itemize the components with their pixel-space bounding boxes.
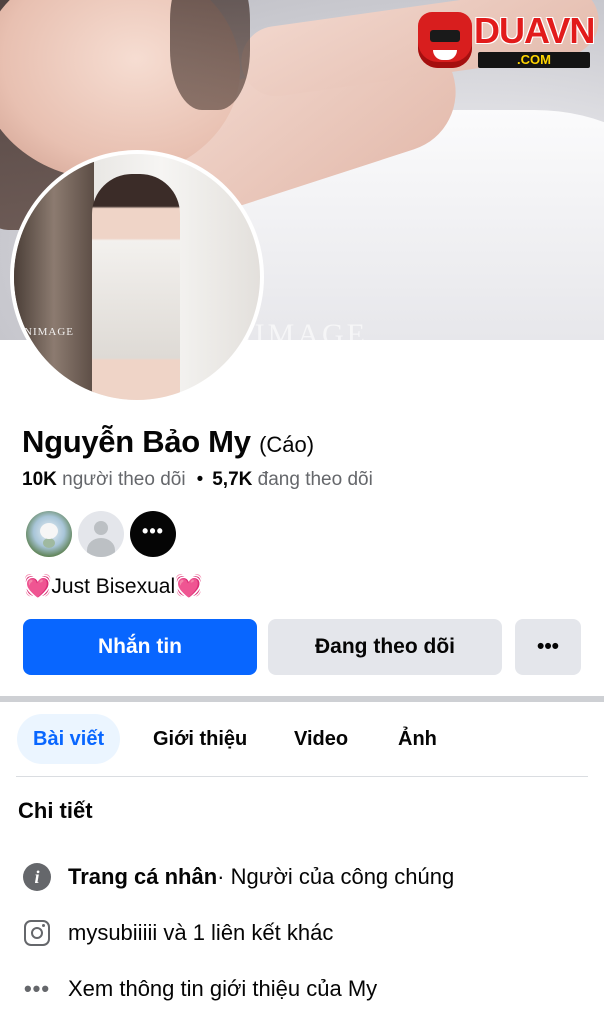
detail-profile-type-text: · Người của công chúng (217, 864, 455, 889)
section-divider (0, 696, 604, 702)
more-dots-icon: ••• (23, 976, 51, 1001)
detail-links-text: mysubiiiii và 1 liên kết khác (68, 920, 334, 945)
profile-tabs: Bài viết Giới thiệu Video Ảnh (0, 714, 604, 766)
following-button[interactable]: Đang theo dõi (268, 619, 502, 675)
stats-separator: • (196, 469, 204, 490)
profile-bio: 💓Just Bisexual💓 (24, 573, 203, 599)
tab-photos[interactable]: Ảnh (398, 714, 437, 764)
avatar-watermark: NIMAGE (24, 326, 74, 338)
mutual-friend-avatar[interactable] (26, 511, 72, 557)
mascot-icon (418, 12, 472, 68)
avatar-curtain (14, 154, 94, 400)
tab-videos[interactable]: Video (294, 714, 348, 764)
following-count: 5,7K (212, 469, 253, 490)
heart-icon: 💓 (24, 573, 52, 598)
profile-avatar[interactable]: NIMAGE (10, 150, 264, 404)
detail-see-about-text: Xem thông tin giới thiệu của My (68, 976, 378, 1001)
site-logo-text: DUAVN (474, 10, 595, 51)
tab-posts[interactable]: Bài viết (17, 714, 121, 764)
tabs-underline (16, 776, 588, 777)
profile-alternate-name: (Cáo) (259, 432, 315, 457)
profile-name-row: Nguyễn Bảo My (Cáo) (22, 424, 314, 460)
more-friends-button[interactable]: ••• (130, 511, 176, 557)
detail-links[interactable]: mysubiiiii và 1 liên kết khác (22, 918, 333, 948)
followers-label: người theo dõi (62, 469, 186, 490)
profile-name: Nguyễn Bảo My (22, 424, 251, 459)
tab-about[interactable]: Giới thiệu (153, 714, 247, 764)
details-title: Chi tiết (18, 798, 93, 823)
heart-icon: 💓 (175, 573, 203, 598)
avatar-image: NIMAGE (14, 154, 260, 400)
cover-hair-right (170, 0, 250, 110)
mutual-friend-avatar-default[interactable] (78, 511, 124, 557)
following-link[interactable]: 5,7K đang theo dõi (212, 469, 373, 490)
detail-see-about[interactable]: ••• Xem thông tin giới thiệu của My (22, 974, 377, 1004)
instagram-icon (22, 918, 52, 948)
profile-stats: 10K người theo dõi • 5,7K đang theo dõi (22, 469, 373, 491)
following-label: đang theo dõi (257, 469, 373, 490)
avatar-figure (92, 174, 180, 400)
more-options-button[interactable]: ••• (515, 619, 581, 675)
default-user-icon (94, 521, 108, 535)
site-logo: DUAVN .COM (418, 8, 595, 70)
detail-profile-type-bold: Trang cá nhân (68, 864, 218, 889)
followers-count: 10K (22, 469, 57, 490)
bio-text: Just Bisexual (51, 575, 176, 598)
followers-link[interactable]: 10K người theo dõi (22, 469, 186, 490)
detail-profile-type[interactable]: i Trang cá nhân · Người của công chúng (22, 862, 454, 892)
default-user-body (87, 538, 115, 557)
message-button[interactable]: Nhắn tin (23, 619, 257, 675)
site-logo-suffix: .COM (478, 52, 590, 68)
info-icon: i (22, 862, 52, 892)
